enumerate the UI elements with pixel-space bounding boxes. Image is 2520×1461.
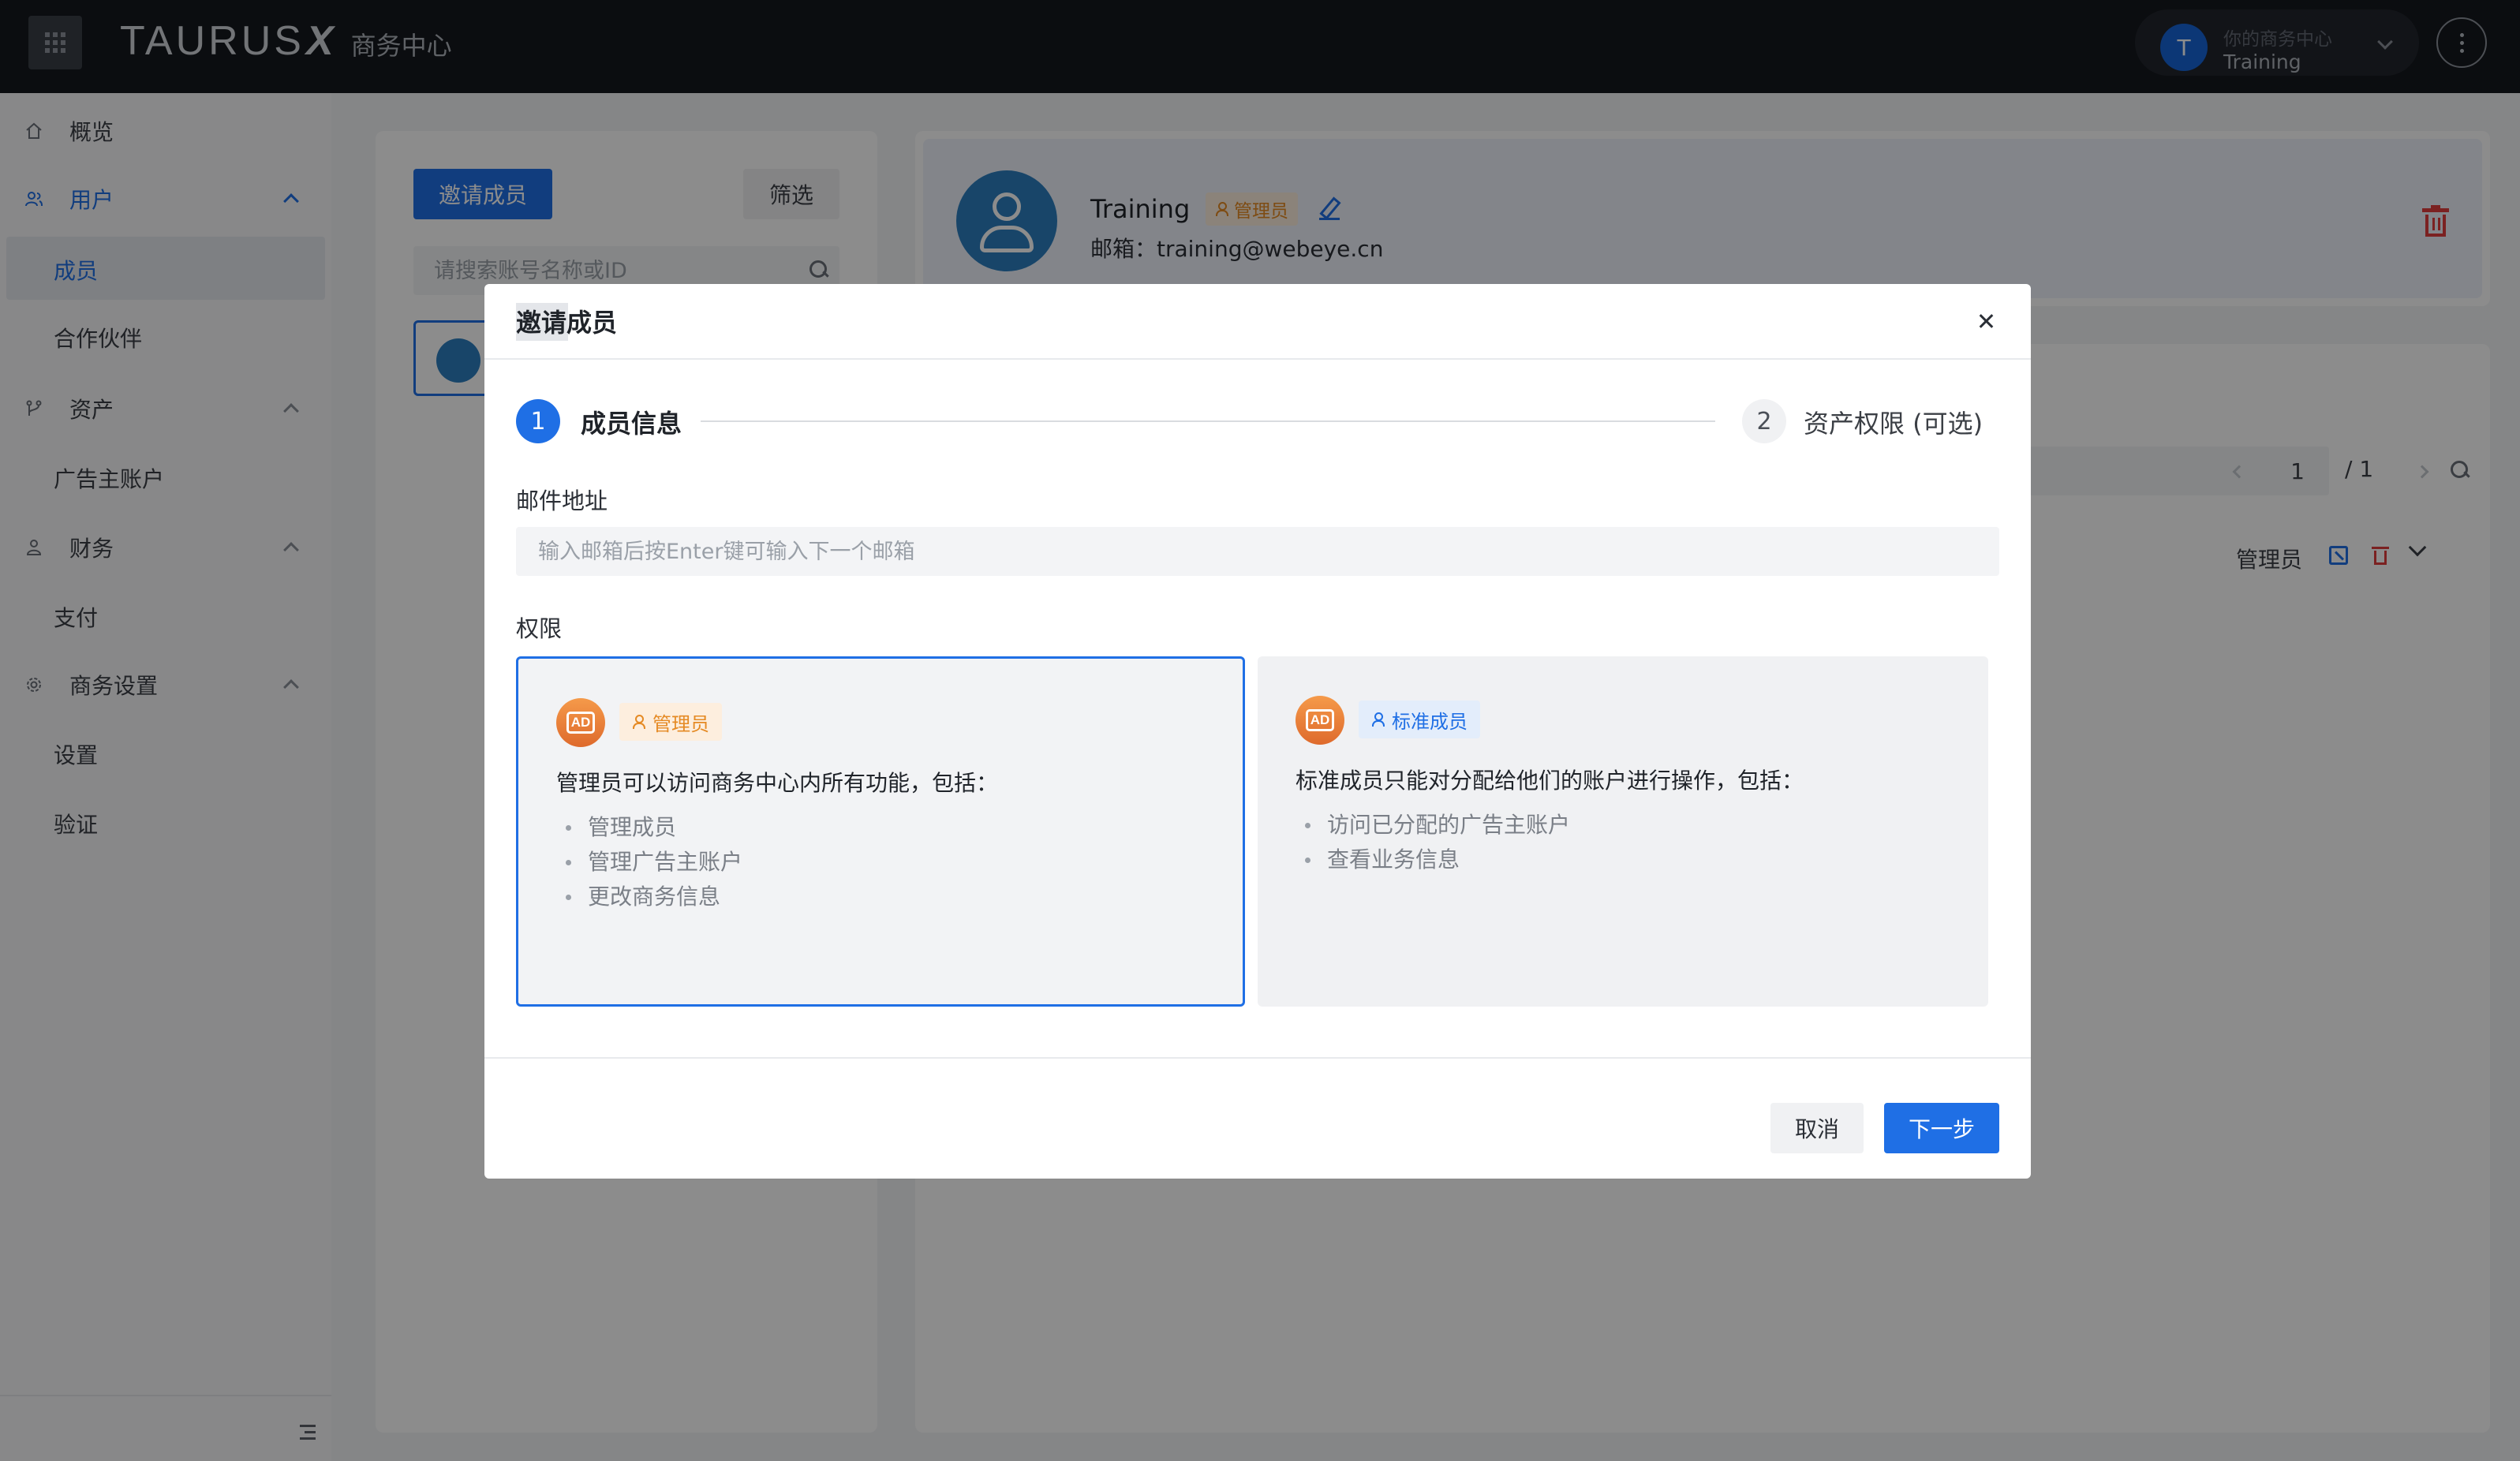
role-chip-standard: 标准成员 bbox=[1359, 701, 1480, 738]
invite-member-dialog: 邀请成员 1 成员信息 2 资产权限 (可选) 邮件地址 权限 AD 管理员 管… bbox=[484, 284, 2031, 1179]
list-item: 访问已分配的广告主账户 bbox=[1305, 808, 1570, 843]
role-permission-list: 访问已分配的广告主账户 查看业务信息 bbox=[1305, 808, 1570, 877]
dialog-footer-divider bbox=[484, 1057, 2031, 1059]
role-permission-list: 管理成员 管理广告主账户 更改商务信息 bbox=[566, 810, 742, 914]
person-icon bbox=[1371, 712, 1385, 727]
role-option-admin[interactable]: AD 管理员 管理员可以访问商务中心内所有功能，包括： 管理成员 管理广告主账户… bbox=[516, 656, 1245, 1007]
role-description: 标准成员只能对分配给他们的账户进行操作，包括： bbox=[1296, 768, 1804, 794]
list-item: 管理成员 bbox=[566, 810, 742, 845]
dialog-header-divider bbox=[484, 358, 2031, 360]
person-icon bbox=[632, 715, 645, 729]
list-item: 更改商务信息 bbox=[566, 880, 742, 914]
role-option-standard[interactable]: AD 标准成员 标准成员只能对分配给他们的账户进行操作，包括： 访问已分配的广告… bbox=[1258, 656, 1988, 1007]
step-1-indicator: 1 bbox=[516, 399, 560, 443]
list-item: 管理广告主账户 bbox=[566, 845, 742, 880]
dialog-title: 邀请成员 bbox=[516, 308, 618, 338]
step-2-label: 资产权限 (可选) bbox=[1804, 409, 1983, 439]
next-step-button[interactable]: 下一步 bbox=[1884, 1103, 1999, 1153]
role-chip-admin: 管理员 bbox=[619, 703, 722, 741]
email-field[interactable] bbox=[516, 527, 1999, 576]
ad-badge-icon: AD bbox=[1296, 696, 1344, 745]
step-2-indicator: 2 bbox=[1742, 399, 1786, 443]
list-item: 查看业务信息 bbox=[1305, 843, 1570, 877]
cancel-button[interactable]: 取消 bbox=[1770, 1103, 1864, 1153]
email-field-label: 邮件地址 bbox=[516, 488, 608, 514]
ad-badge-icon: AD bbox=[556, 698, 605, 747]
step-connector bbox=[701, 420, 1715, 422]
permission-label: 权限 bbox=[516, 615, 563, 642]
close-icon[interactable] bbox=[1976, 311, 1998, 333]
step-1-label: 成员信息 bbox=[581, 409, 682, 439]
role-description: 管理员可以访问商务中心内所有功能，包括： bbox=[556, 770, 999, 796]
